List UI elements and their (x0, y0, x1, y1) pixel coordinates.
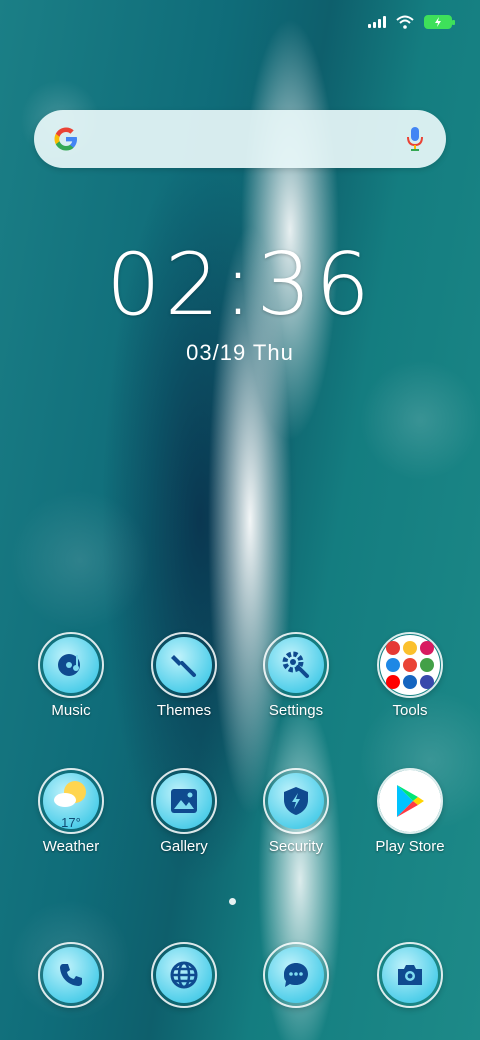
paintbrush-icon (171, 655, 196, 677)
app-label: Themes (156, 702, 212, 719)
page-indicator-dot (229, 898, 236, 905)
google-search-bar[interactable] (34, 110, 446, 168)
app-music[interactable]: Music (16, 632, 126, 719)
tools-folder-icon (380, 635, 440, 695)
dock-camera[interactable] (355, 942, 465, 1008)
dock-browser[interactable] (129, 942, 239, 1008)
clock-date[interactable]: 03/19 Thu (0, 340, 480, 366)
app-label: Music (51, 702, 91, 719)
message-icon (284, 963, 308, 987)
app-tools[interactable]: Tools (355, 632, 465, 719)
weather-sun-cloud-icon (54, 781, 86, 807)
clock-time[interactable]: 02:36 (0, 242, 480, 328)
app-weather[interactable]: 17° Weather (16, 768, 126, 855)
app-label: Gallery (160, 838, 208, 855)
app-gallery[interactable]: Gallery (129, 768, 239, 855)
app-label: Settings (268, 702, 324, 719)
google-g-icon (54, 127, 77, 151)
app-play-store[interactable]: Play Store (355, 768, 465, 855)
status-bar (368, 12, 455, 32)
battery-charging-icon (424, 15, 455, 29)
weather-temperature: 17° (61, 815, 81, 830)
camera-icon (398, 965, 422, 985)
app-settings[interactable]: Settings (241, 632, 351, 719)
dock-phone[interactable] (16, 942, 126, 1008)
phone-icon (60, 964, 82, 986)
app-label: Play Store (375, 838, 445, 855)
dock-messages[interactable] (241, 942, 351, 1008)
wifi-icon (396, 15, 414, 29)
app-security[interactable]: Security (241, 768, 351, 855)
shield-bolt-icon (284, 787, 308, 815)
app-themes[interactable]: Themes (129, 632, 239, 719)
app-label: Weather (42, 838, 100, 855)
music-disc-icon (58, 654, 80, 676)
app-label: Tools (392, 702, 428, 719)
image-icon (171, 789, 197, 813)
microphone-icon[interactable] (406, 126, 424, 152)
signal-bars-icon (368, 16, 386, 28)
app-label: Security (268, 838, 324, 855)
play-store-icon (397, 785, 424, 817)
gear-wrench-icon (282, 651, 309, 678)
globe-icon (170, 961, 198, 989)
